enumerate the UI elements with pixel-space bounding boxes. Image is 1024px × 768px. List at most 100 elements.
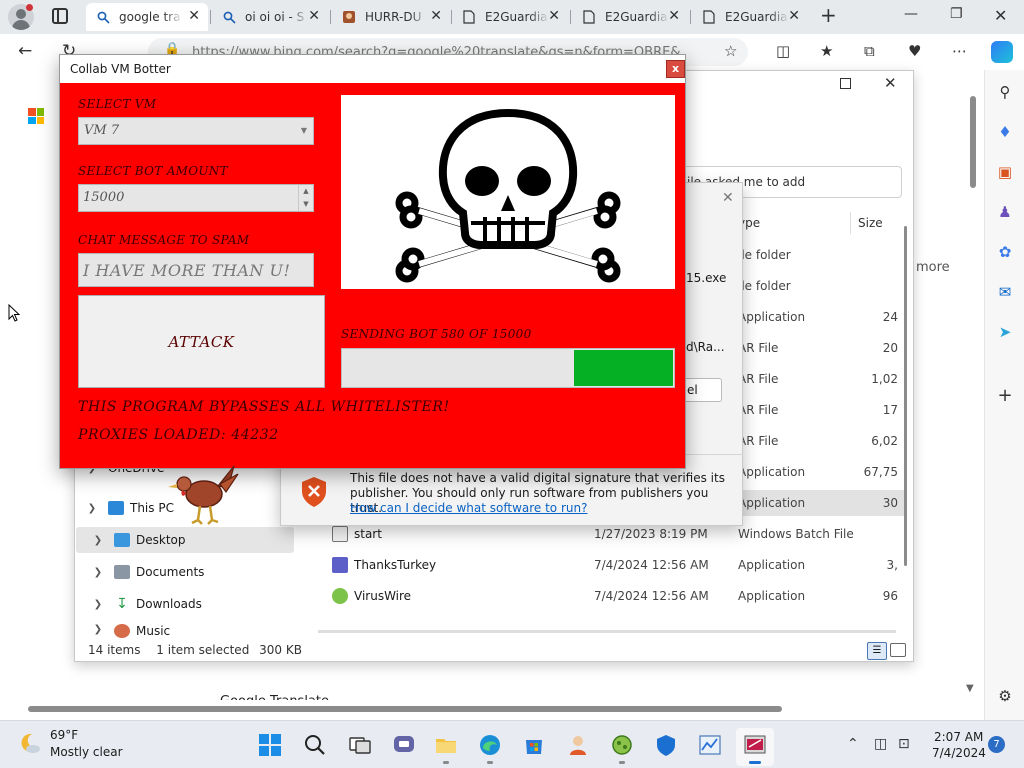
close-dialog-icon[interactable]: ✕ [722, 190, 734, 206]
chevron-right-icon[interactable]: ❯ [90, 599, 106, 610]
scroll-down-arrow-icon[interactable]: ▼ [966, 683, 974, 694]
file-explorer-icon[interactable] [434, 733, 458, 757]
close-tab-icon[interactable]: ✕ [188, 9, 200, 23]
office-icon[interactable]: ✿ [995, 242, 1015, 262]
browser-tab-2[interactable]: oi oi oi - S ✕ [212, 3, 328, 31]
tools-icon[interactable]: ▣ [995, 162, 1015, 182]
close-window-icon[interactable]: ✕ [884, 74, 897, 92]
weather-description[interactable]: Mostly clear [50, 745, 123, 759]
notification-badge[interactable]: 7 [988, 736, 1005, 753]
edge-browser-icon[interactable] [478, 733, 502, 757]
search-icon[interactable] [303, 733, 327, 757]
tab-divider [210, 10, 211, 24]
start-windows-icon[interactable] [258, 733, 282, 757]
restore-icon[interactable]: ❐ [950, 6, 963, 22]
browser-tab-5[interactable]: E2Guardia ✕ [572, 3, 688, 31]
microsoft-store-icon[interactable] [522, 733, 546, 757]
page-vertical-scrollbar[interactable] [966, 72, 980, 700]
nav-label: Downloads [136, 597, 202, 611]
people-icon[interactable]: ♟ [995, 202, 1015, 222]
file-size: 96 [882, 589, 898, 603]
tiles-view-icon[interactable] [890, 643, 906, 657]
settings-gear-icon[interactable]: ⚙ [995, 686, 1015, 706]
scrollbar-thumb[interactable] [28, 706, 782, 712]
search-icon[interactable]: ⚲ [995, 82, 1015, 102]
file-row[interactable]: ThanksTurkey 7/4/2024 12:56 AM Applicati… [332, 554, 898, 576]
nav-label: Documents [136, 565, 205, 579]
browser-tab-1[interactable]: google tra ✕ [86, 3, 208, 31]
task-manager-icon[interactable] [698, 733, 722, 757]
dropdown-arrow-icon[interactable]: ▼ [301, 126, 307, 135]
stepper-up-icon[interactable]: ▲ [299, 185, 313, 198]
teams-chat-icon[interactable] [392, 733, 416, 757]
file-row[interactable]: VirusWire 7/4/2024 12:56 AM Application … [332, 585, 898, 607]
chat-message-input[interactable]: I HAVE MORE THAN U! [78, 253, 314, 287]
outlook-icon[interactable]: ✉ [995, 282, 1015, 302]
page-horizontal-scrollbar[interactable] [0, 700, 964, 716]
nav-item-music[interactable]: ❯ Music [90, 624, 170, 638]
explorer-scrollbar[interactable] [904, 226, 907, 566]
more-link[interactable]: more [916, 260, 950, 275]
vm-dropdown[interactable]: VM 7 ▼ [78, 117, 314, 145]
performance-icon[interactable]: ♥ [908, 42, 921, 60]
green-virus-icon[interactable] [610, 733, 634, 757]
file-row[interactable]: start 1/27/2023 8:19 PM Windows Batch Fi… [332, 523, 854, 545]
person-app-icon[interactable] [566, 733, 590, 757]
close-tab-icon[interactable]: ✕ [788, 9, 800, 23]
help-link[interactable]: How can I decide what software to run? [350, 501, 587, 515]
minimize-icon[interactable]: — [904, 6, 918, 22]
stepper-down-icon[interactable]: ▼ [299, 198, 313, 211]
weather-moon-icon[interactable] [18, 731, 42, 755]
browser-tab-4[interactable]: E2Guardia ✕ [452, 3, 568, 31]
browser-tab-3[interactable]: HURR-DU ✕ [332, 3, 450, 31]
favorites-icon[interactable]: ★ [820, 42, 833, 60]
column-header-size[interactable]: Size [858, 216, 883, 230]
bot-progress-bar [341, 348, 675, 388]
nav-item-documents[interactable]: ❯ Documents [90, 560, 204, 584]
cancel-button[interactable]: el [682, 378, 722, 402]
window-titlebar[interactable]: Collab VM Botter x [60, 55, 685, 83]
tab-actions-icon[interactable] [52, 8, 68, 24]
copilot-icon[interactable] [991, 41, 1013, 63]
nav-item-desktop[interactable]: ❯ Desktop [90, 528, 186, 552]
chevron-up-icon[interactable]: ⌃ [847, 736, 859, 752]
chevron-right-icon[interactable]: ❯ [90, 624, 106, 635]
close-window-icon[interactable]: ✕ [994, 6, 1007, 25]
favorite-star-icon[interactable]: ☆ [724, 42, 737, 60]
close-tab-icon[interactable]: ✕ [548, 9, 560, 23]
collections-icon[interactable]: ⧉ [864, 42, 875, 60]
task-view-icon[interactable] [348, 733, 372, 757]
bot-amount-stepper[interactable]: 15000 ▲ ▼ [78, 184, 314, 212]
add-icon[interactable]: + [995, 386, 1015, 406]
collab-vm-botter-app-icon[interactable] [743, 733, 767, 757]
clock-time[interactable]: 2:07 AM [934, 730, 983, 744]
scrollbar-thumb[interactable] [970, 96, 976, 188]
close-button[interactable]: x [666, 60, 685, 78]
details-view-icon[interactable]: ☰ [867, 642, 887, 660]
more-menu-icon[interactable]: ⋯ [952, 42, 968, 60]
chevron-right-icon[interactable]: ❯ [90, 567, 106, 578]
explorer-horizontal-scrollbar[interactable] [318, 630, 896, 633]
column-divider[interactable] [850, 212, 851, 234]
network-icon[interactable]: ⊡ [898, 736, 910, 752]
telegram-icon[interactable]: ➤ [995, 322, 1015, 342]
close-tab-icon[interactable]: ✕ [430, 9, 442, 23]
maximize-icon[interactable] [840, 78, 851, 89]
defender-shield-icon[interactable] [654, 733, 678, 757]
clock-date[interactable]: 7/4/2024 [932, 746, 986, 760]
stepper-buttons[interactable]: ▲ ▼ [298, 185, 313, 211]
split-screen-icon[interactable]: ◫ [776, 42, 790, 60]
nav-item-downloads[interactable]: ❯ ↧ Downloads [90, 592, 202, 616]
back-icon[interactable]: ← [18, 41, 32, 61]
browser-tab-6[interactable]: E2Guardia ✕ [692, 3, 808, 31]
new-tab-button[interactable]: + [820, 4, 837, 26]
shopping-tag-icon[interactable]: ♦ [995, 122, 1015, 142]
chevron-down-icon[interactable]: ❯ [84, 503, 100, 514]
close-tab-icon[interactable]: ✕ [308, 9, 320, 23]
attack-button[interactable]: ATTACK [78, 295, 325, 388]
close-tab-icon[interactable]: ✕ [668, 9, 680, 23]
weather-temperature[interactable]: 69°F [50, 728, 78, 742]
chevron-right-icon[interactable]: ❯ [90, 535, 106, 546]
nav-item-this-pc[interactable]: ❯ This PC [84, 496, 174, 520]
display-icon[interactable]: ◫ [874, 736, 887, 752]
